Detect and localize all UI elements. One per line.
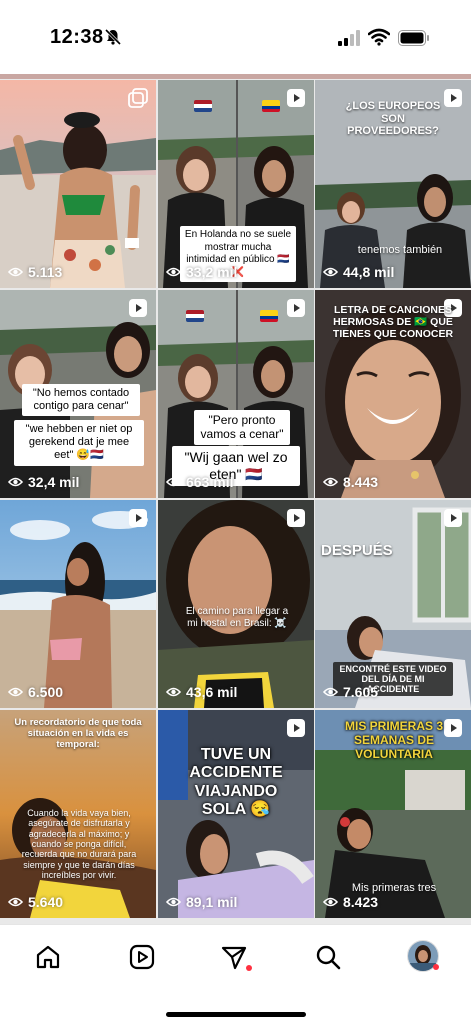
eye-icon — [166, 477, 181, 487]
view-count: 33,2 mil — [166, 264, 237, 280]
view-count-value: 89,1 mil — [186, 894, 238, 910]
bell-muted-icon — [104, 28, 122, 46]
profile-notification-dot — [433, 964, 439, 970]
cellular-signal-icon — [338, 30, 360, 46]
view-count-value: 5.640 — [28, 894, 64, 910]
eye-icon — [323, 897, 338, 907]
view-count: 5.113 — [8, 264, 62, 280]
reel-icon — [129, 509, 147, 527]
post-tile[interactable]: ¿LOS EUROPEOS SON PROVEEDORES? tenemos t… — [315, 80, 471, 288]
profile-posts-grid: 5.113 En Holanda no se suele mostrar muc… — [0, 74, 471, 924]
home-icon — [36, 945, 60, 969]
view-count-value: 7.605 — [343, 684, 379, 700]
reel-icon — [287, 509, 305, 527]
eye-icon — [8, 897, 23, 907]
post-tile[interactable]: TUVE UN ACCIDENTE VIAJANDO SOLA 😪 89,1 m… — [158, 710, 314, 918]
reel-icon — [444, 509, 462, 527]
post-tile[interactable]: 6.500 — [0, 500, 156, 708]
view-count: 7.605 — [323, 684, 378, 700]
post-tile[interactable]: MIS PRIMERAS 3 SEMANAS DE VOLUNTARIA Mis… — [315, 710, 471, 918]
post-caption: TUVE UN ACCIDENTE VIAJANDO SOLA 😪 — [189, 746, 283, 819]
post-thumbnail — [0, 500, 156, 708]
view-count-value: 43,6 mil — [186, 684, 238, 700]
colombia-flag-icon — [262, 100, 280, 112]
search-icon — [316, 945, 341, 970]
eye-icon — [8, 687, 23, 697]
post-thumbnail — [158, 500, 314, 708]
view-count: 44,8 mil — [323, 264, 394, 280]
eye-icon — [323, 267, 338, 277]
post-thumbnail — [0, 80, 156, 288]
post-subtitle: Mis primeras tres — [351, 882, 437, 894]
eye-icon — [166, 687, 181, 697]
eye-icon — [166, 897, 181, 907]
post-tile[interactable]: El camino para llegar a mi hostal en Bra… — [158, 500, 314, 708]
post-subtitle: tenemos también — [357, 244, 443, 256]
view-count-value: 32,4 mil — [28, 474, 80, 490]
post-tile[interactable]: DESPUÉS ENCONTRÉ ESTE VIDEO DEL DÍA DE M… — [315, 500, 471, 708]
bottom-navigation-bar — [0, 924, 471, 1025]
direct-messages-icon — [221, 946, 247, 970]
eye-icon — [8, 477, 23, 487]
netherlands-flag-icon — [194, 100, 212, 112]
previous-row-edge — [0, 74, 471, 79]
view-count-value: 8.423 — [343, 894, 379, 910]
view-count: 5.640 — [8, 894, 63, 910]
reel-icon — [287, 299, 305, 317]
nav-home[interactable] — [34, 943, 64, 973]
post-tile[interactable]: "No hemos contado contigo para cenar" "w… — [0, 290, 156, 498]
post-body-text: Cuando la vida vaya bien, asegúrate de d… — [21, 808, 137, 881]
battery-icon — [398, 30, 429, 46]
post-caption: El camino para llegar a mi hostal en Bra… — [185, 606, 289, 629]
eye-icon — [166, 267, 181, 277]
wifi-icon — [368, 28, 390, 46]
eye-icon — [8, 267, 23, 277]
home-indicator[interactable] — [166, 1012, 306, 1017]
post-caption: "Pero pronto vamos a cenar" — [194, 410, 290, 445]
view-count-value: 663 mil — [186, 474, 234, 490]
post-subtitle: "we hebben er niet op gerekend dat je me… — [14, 420, 144, 466]
reel-icon — [287, 89, 305, 107]
post-tile[interactable]: 5.113 — [0, 80, 156, 288]
view-count-value: 44,8 mil — [343, 264, 395, 280]
post-caption: DESPUÉS — [321, 542, 393, 559]
view-count: 89,1 mil — [166, 894, 237, 910]
status-bar: 12:38 — [0, 0, 471, 74]
reel-icon — [129, 299, 147, 317]
view-count-value: 5.113 — [28, 264, 63, 280]
post-caption: ¿LOS EUROPEOS SON PROVEEDORES? — [345, 100, 441, 138]
eye-icon — [323, 687, 338, 697]
post-tile[interactable]: Un recordatorio de que toda situación en… — [0, 710, 156, 918]
view-count: 8.423 — [323, 894, 378, 910]
post-caption: MIS PRIMERAS 3 SEMANAS DE VOLUNTARIA — [344, 719, 443, 761]
view-count: 8.443 — [323, 474, 378, 490]
colombia-flag-icon — [260, 310, 278, 322]
view-count-value: 8.443 — [343, 474, 379, 490]
view-count: 43,6 mil — [166, 684, 237, 700]
eye-icon — [323, 477, 338, 487]
view-count: 32,4 mil — [8, 474, 79, 490]
post-caption: LETRA DE CANCIONES HERMOSAS DE 🇧🇷 QUE TI… — [332, 304, 454, 341]
nav-search[interactable] — [314, 943, 344, 973]
view-count: 6.500 — [8, 684, 63, 700]
post-tile[interactable]: En Holanda no se suele mostrar mucha int… — [158, 80, 314, 288]
post-caption: "No hemos contado contigo para cenar" — [22, 384, 140, 417]
view-count-value: 6.500 — [28, 684, 64, 700]
carousel-icon — [128, 88, 148, 108]
view-count: 663 mil — [166, 474, 233, 490]
reel-icon — [287, 719, 305, 737]
post-caption: Un recordatorio de que toda situación en… — [14, 717, 142, 750]
clock: 12:38 — [50, 26, 104, 48]
reels-icon — [129, 944, 155, 970]
post-tile[interactable]: LETRA DE CANCIONES HERMOSAS DE 🇧🇷 QUE TI… — [315, 290, 471, 498]
netherlands-flag-icon — [186, 310, 204, 322]
post-tile[interactable]: "Pero pronto vamos a cenar" "Wij gaan we… — [158, 290, 314, 498]
view-count-value: 33,2 mil — [186, 264, 238, 280]
messages-notification-dot — [246, 965, 252, 971]
nav-reels[interactable] — [128, 943, 158, 973]
